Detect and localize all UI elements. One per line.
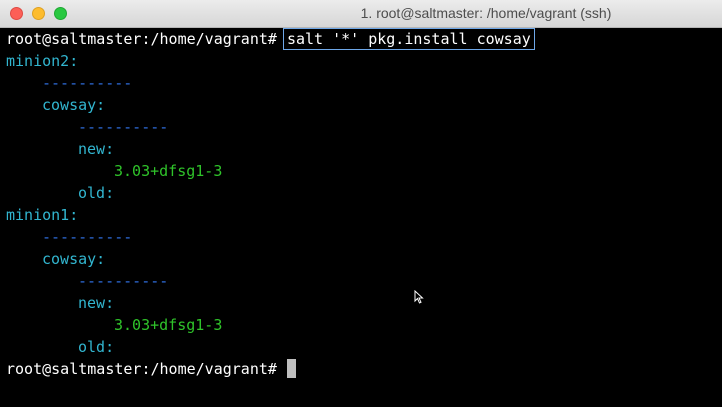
minion2-key: minion2:	[6, 52, 79, 70]
minion2-new-value: 3.03+dfsg1-3	[114, 162, 223, 180]
minion2-package-key: cowsay:	[42, 96, 106, 114]
final-prompt: root@saltmaster:/home/vagrant#	[6, 360, 277, 378]
terminal-window: 1. root@saltmaster: /home/vagrant (ssh) …	[0, 0, 722, 407]
text-cursor	[286, 359, 296, 378]
command-text: salt '*' pkg.install cowsay	[282, 28, 535, 50]
mouse-pointer-icon	[414, 290, 424, 304]
command-line: root@saltmaster:/home/vagrant# salt '*' p…	[6, 28, 535, 50]
minion1-key: minion1:	[6, 206, 79, 224]
terminal-content[interactable]: root@saltmaster:/home/vagrant# salt '*' p…	[0, 28, 722, 407]
title-bar[interactable]: 1. root@saltmaster: /home/vagrant (ssh)	[0, 0, 722, 28]
final-prompt-line: root@saltmaster:/home/vagrant#	[6, 358, 296, 380]
minion2-separator: ----------	[42, 74, 133, 92]
minion1-new-key: new:	[78, 294, 115, 312]
minion1-new-value: 3.03+dfsg1-3	[114, 316, 223, 334]
minion2-package-separator: ----------	[78, 118, 169, 136]
minion2-old-key: old:	[78, 184, 115, 202]
window-title: 1. root@saltmaster: /home/vagrant (ssh)	[360, 5, 612, 21]
minion1-package-key: cowsay:	[42, 250, 106, 268]
prompt: root@saltmaster:/home/vagrant#	[6, 30, 277, 48]
minion1-package-separator: ----------	[78, 272, 169, 290]
minion1-separator: ----------	[42, 228, 133, 246]
minion1-old-key: old:	[78, 338, 115, 356]
minion2-new-key: new:	[78, 140, 115, 158]
